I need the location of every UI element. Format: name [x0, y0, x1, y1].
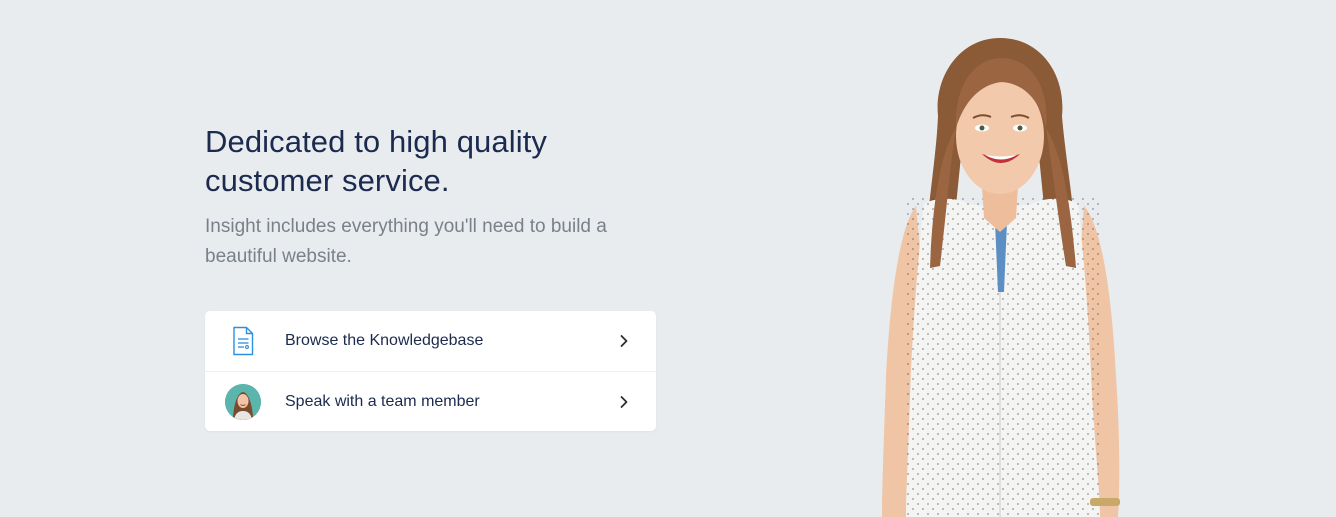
chevron-right-icon	[620, 335, 628, 347]
browse-knowledgebase-link[interactable]: Browse the Knowledgebase	[205, 311, 656, 371]
document-icon	[225, 323, 261, 359]
lead-text: Insight includes everything you'll need …	[205, 216, 607, 267]
speak-with-team-member-label: Speak with a team member	[285, 392, 480, 410]
headline-line-2: customer service.	[205, 163, 450, 198]
support-options-card: Browse the Knowledgebase Speak with a te…	[205, 311, 656, 431]
team-member-avatar	[225, 383, 261, 420]
speak-with-team-member-link[interactable]: Speak with a team member	[205, 371, 656, 431]
browse-knowledgebase-label: Browse the Knowledgebase	[285, 332, 484, 349]
hero-text: Dedicated to high quality customer servi…	[205, 122, 665, 272]
headline-line-1: Dedicated to high quality	[205, 124, 548, 159]
chevron-right-icon	[620, 395, 628, 408]
page-title: Dedicated to high quality customer servi…	[205, 122, 665, 200]
team-member-photo	[882, 38, 1120, 517]
support-section: Dedicated to high quality customer servi…	[0, 0, 1336, 517]
